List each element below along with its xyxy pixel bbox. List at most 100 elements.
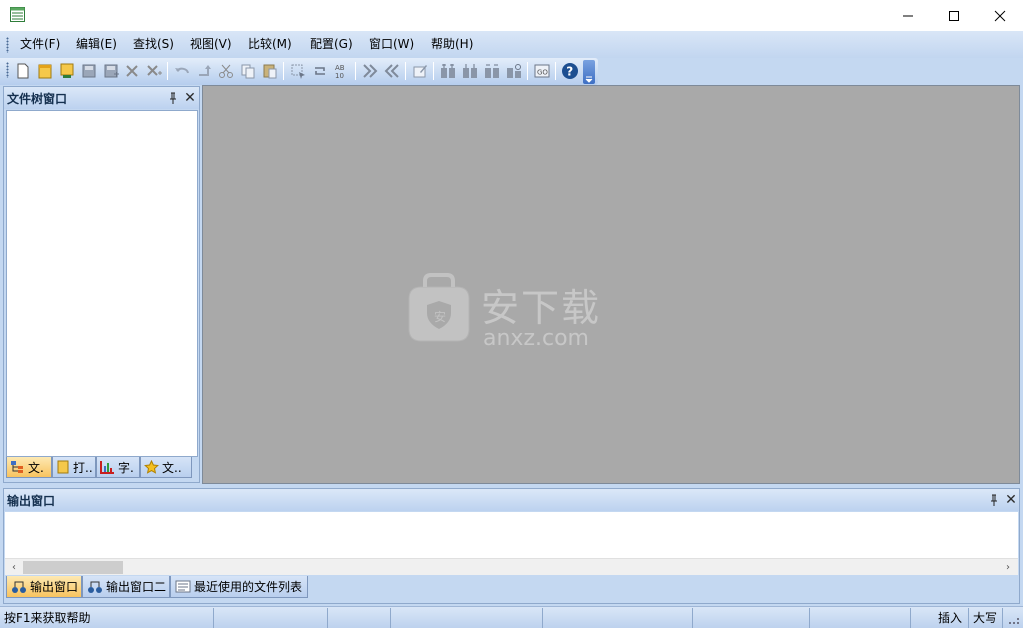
output-body[interactable]: [5, 512, 1018, 564]
menu-config[interactable]: 配置(G): [308, 31, 355, 58]
close-button[interactable]: [977, 0, 1023, 31]
chart-icon: [100, 461, 114, 474]
open-files-icon: [57, 460, 69, 474]
recent-files-icon: [175, 580, 191, 593]
file-tree-body[interactable]: [6, 110, 198, 457]
svg-text:GO: GO: [537, 69, 548, 77]
status-pane: [543, 608, 693, 628]
pin-icon: [170, 92, 176, 104]
maximize-icon: [949, 10, 959, 21]
app-icon: [10, 7, 25, 22]
status-help-text: 按F1来获取帮助: [0, 608, 214, 628]
tab-label: 打..: [73, 460, 93, 475]
horizontal-scrollbar[interactable]: ‹ ›: [5, 558, 1018, 575]
maximize-button[interactable]: [931, 0, 977, 31]
toolbar-grip[interactable]: [6, 62, 9, 78]
goto-icon[interactable]: GO: [533, 62, 551, 80]
status-pane: [810, 608, 911, 628]
chevron-down-icon: [585, 76, 593, 83]
pane-close-button[interactable]: ✕: [1005, 493, 1017, 507]
menu-edit[interactable]: 编辑(E): [74, 31, 119, 58]
toolbar-separator: [283, 62, 284, 80]
compare-tools-icon[interactable]: [505, 62, 523, 80]
scrollbar-thumb[interactable]: [23, 561, 123, 574]
pin-button[interactable]: [988, 493, 1000, 507]
prev-diff-icon[interactable]: [383, 62, 401, 80]
open-project-icon[interactable]: [58, 62, 76, 80]
status-caps: 大写: [969, 608, 1003, 628]
menu-bar: 文件(F) 编辑(E) 查找(S) 视图(V) 比较(M) 配置(G) 窗口(W…: [0, 31, 1023, 58]
cut-icon[interactable]: [217, 62, 235, 80]
toolbar-separator: [433, 62, 434, 80]
mdi-client-area[interactable]: 安 安下载 anxz.com: [202, 85, 1020, 484]
output-icon: [12, 581, 26, 593]
toolbar-separator: [527, 62, 528, 80]
menu-help[interactable]: 帮助(H): [429, 31, 475, 58]
tab-recent-files[interactable]: 最近使用的文件列表: [170, 576, 308, 598]
file-tree-header: 文件树窗口 ✕: [4, 87, 199, 109]
minimize-button[interactable]: [885, 0, 931, 31]
tab-favorites[interactable]: 文..: [140, 457, 192, 478]
menu-view[interactable]: 视图(V): [188, 31, 234, 58]
paste-icon[interactable]: [261, 62, 279, 80]
output-header: 输出窗口 ✕: [4, 489, 1019, 511]
tab-label: 最近使用的文件列表: [194, 580, 303, 594]
tab-output-window-2[interactable]: 输出窗口二: [82, 576, 170, 598]
status-pane: [693, 608, 810, 628]
open-folder-icon[interactable]: [36, 62, 54, 80]
watermark-logo-text: 安下载: [481, 286, 602, 330]
svg-text:10: 10: [335, 72, 344, 80]
delete-icon[interactable]: [123, 62, 141, 80]
resize-grip-icon[interactable]: [1008, 613, 1020, 625]
redo-icon[interactable]: [195, 62, 213, 80]
tab-chart[interactable]: 字.: [96, 457, 140, 478]
svg-text:AB: AB: [335, 64, 345, 72]
pin-button[interactable]: [167, 91, 179, 105]
pin-icon: [991, 494, 997, 506]
new-file-icon[interactable]: [14, 62, 32, 80]
file-tree-title: 文件树窗口: [7, 92, 68, 106]
status-pane: [214, 608, 328, 628]
save-all-icon[interactable]: [102, 62, 120, 80]
delete-all-icon[interactable]: [145, 62, 163, 80]
compare-icon[interactable]: [439, 62, 457, 80]
output-pane: 输出窗口 ✕ ‹ › 输出窗口 输出窗口二 最近使用的文件列表: [3, 488, 1020, 604]
menubar-grip[interactable]: [6, 37, 9, 53]
status-pane: [328, 608, 391, 628]
save-icon[interactable]: [80, 62, 98, 80]
toolbar-separator: [355, 62, 356, 80]
close-icon: [994, 10, 1006, 21]
scroll-right-button[interactable]: ›: [1001, 560, 1015, 575]
status-insert: 插入: [911, 608, 969, 628]
menu-find[interactable]: 查找(S): [131, 31, 176, 58]
compare-left-icon[interactable]: [461, 62, 479, 80]
status-bar: 按F1来获取帮助 插入 大写: [0, 606, 1023, 628]
tab-label: 文.: [28, 460, 44, 475]
tab-open-files[interactable]: 打..: [52, 457, 96, 478]
minimize-icon: [903, 15, 913, 16]
pane-close-button[interactable]: ✕: [184, 91, 196, 105]
refresh-icon[interactable]: [311, 62, 329, 80]
menu-window[interactable]: 窗口(W): [367, 31, 416, 58]
tab-label: 输出窗口二: [106, 580, 167, 594]
next-diff-icon[interactable]: [361, 62, 379, 80]
menu-file[interactable]: 文件(F): [18, 31, 62, 58]
output-title: 输出窗口: [7, 494, 56, 508]
output-icon: [88, 581, 102, 593]
file-tree-icon: [11, 461, 23, 473]
tab-file-tree[interactable]: 文.: [6, 457, 52, 478]
tab-label: 文..: [162, 460, 182, 475]
select-icon[interactable]: [289, 62, 307, 80]
edit-icon[interactable]: [411, 62, 429, 80]
tab-output-window[interactable]: 输出窗口: [6, 576, 82, 598]
toolbar-overflow-button[interactable]: [583, 60, 595, 84]
scroll-left-button[interactable]: ‹: [7, 560, 21, 575]
undo-icon[interactable]: [173, 62, 191, 80]
copy-icon[interactable]: [239, 62, 257, 80]
sort-icon[interactable]: AB10: [333, 62, 351, 80]
file-tree-pane: 文件树窗口 ✕ 文. 打.. 字. 文..: [3, 86, 200, 483]
help-icon[interactable]: ?: [561, 62, 579, 80]
menu-compare[interactable]: 比较(M): [246, 31, 294, 58]
compare-right-icon[interactable]: [483, 62, 501, 80]
svg-text:?: ?: [566, 65, 573, 79]
